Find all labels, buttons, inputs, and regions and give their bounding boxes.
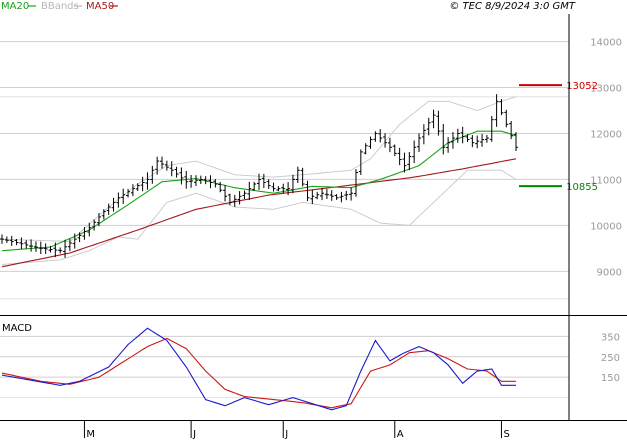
x-tick-label: J <box>284 429 288 440</box>
chart-timestamp: © TEC 8/9/2024 3:0 GMT <box>449 1 576 12</box>
price-y-axis: 90001000011000120001300014000 <box>590 38 622 279</box>
x-tick-label: S <box>503 429 509 440</box>
x-axis: MJJAS <box>83 420 510 440</box>
x-tick-label: A <box>397 429 404 440</box>
level-label: 13052 <box>566 81 598 92</box>
price-y-tick-label: 12000 <box>590 129 622 140</box>
chart-legend: MA20 BBands MA50 <box>1 1 118 12</box>
macd-y-tick-label: 350 <box>601 332 620 343</box>
price-y-tick-label: 9000 <box>597 267 622 278</box>
legend-ma50-label: MA50 <box>86 1 114 12</box>
macd-y-tick-label: 150 <box>601 373 620 384</box>
macd-grid <box>0 335 569 399</box>
price-panel: 90001000011000120001300014000 1305210855 <box>0 14 622 315</box>
legend-bbands-label: BBands <box>41 1 79 12</box>
price-y-tick-label: 14000 <box>590 38 622 49</box>
stock-chart: MA20 BBands MA50 © TEC 8/9/2024 3:0 GMT … <box>0 1 627 440</box>
macd-y-axis: 150 250 350 <box>601 332 620 384</box>
macd-panel: MACD 150 250 350 <box>0 316 620 420</box>
level-label: 10855 <box>566 182 598 193</box>
macd-y-tick-label: 250 <box>601 353 620 364</box>
legend-ma20-label: MA20 <box>1 1 29 12</box>
macd-title: MACD <box>2 323 32 334</box>
price-y-tick-label: 10000 <box>590 221 622 232</box>
x-tick-label: M <box>86 429 95 440</box>
x-tick-label: J <box>192 429 196 440</box>
